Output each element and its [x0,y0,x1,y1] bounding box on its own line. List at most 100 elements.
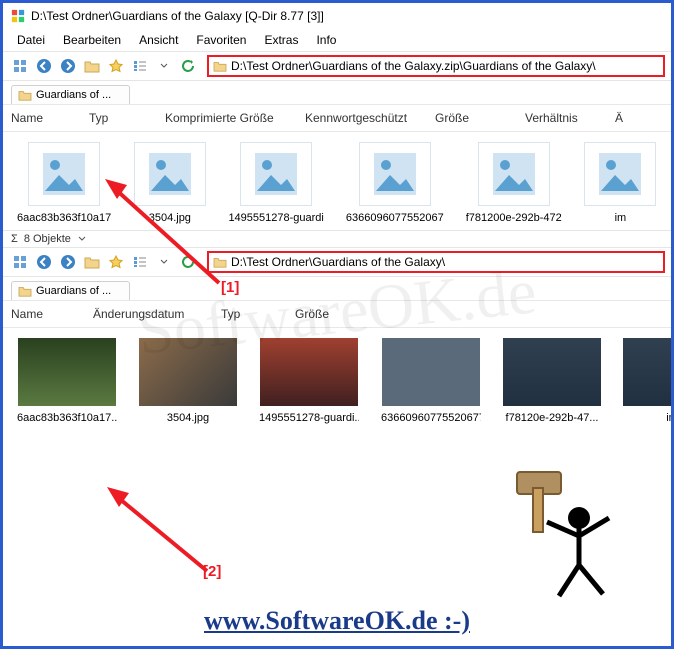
file-name: 6aac83b363f10a17 [17,212,111,224]
col-ratio[interactable]: Verhältnis [525,107,615,129]
image-thumbnail [18,338,116,406]
image-placeholder-icon [28,142,100,206]
file-name: 1495551278-guardi... [259,412,359,424]
refresh-icon[interactable] [177,55,199,77]
file-grid-pane1: 6aac83b363f10a17 3504.jpg 1495551278-gua… [3,132,671,230]
title-bar: D:\Test Ordner\Guardians of the Galaxy [… [3,3,671,29]
image-thumbnail [382,338,480,406]
layout-grid-icon[interactable] [9,251,31,273]
view-icon[interactable] [129,55,151,77]
app-window: D:\Test Ordner\Guardians of the Galaxy [… [3,3,671,430]
col-password[interactable]: Kennwortgeschützt [305,107,435,129]
menu-info[interactable]: Info [308,31,344,49]
toolbar-pane2: D:\Test Ordner\Guardians of the Galaxy\ [3,247,671,277]
nav-back-icon[interactable] [33,55,55,77]
dropdown-icon[interactable] [153,251,175,273]
file-item[interactable]: 6366096077552067 [346,142,444,224]
dropdown-icon[interactable] [153,55,175,77]
col-type[interactable]: Typ [221,303,295,325]
tab-label: Guardians of ... [36,89,111,101]
file-item[interactable]: 6aac83b363f10a17... [17,338,117,424]
file-name: f781200e-292b-472 [466,212,562,224]
folder-icon [18,89,32,101]
tab-label: Guardians of ... [36,285,111,297]
col-name[interactable]: Name [11,303,93,325]
folder-icon [213,256,227,268]
file-item[interactable]: 3504.jpg [139,338,237,424]
app-icon [11,9,25,23]
columns-pane2: Name Änderungsdatum Typ Größe [3,300,671,328]
stick-figure-hammer-icon [497,470,647,600]
image-thumbnail [623,338,671,406]
layout-grid-icon[interactable] [9,55,31,77]
file-name: 6366096077552067 [346,212,444,224]
file-item[interactable]: 63660960775520677... [381,338,481,424]
address-text: D:\Test Ordner\Guardians of the Galaxy.z… [231,59,596,73]
menu-favorites[interactable]: Favoriten [188,31,254,49]
favorites-icon[interactable] [105,55,127,77]
file-item[interactable]: im [584,142,657,224]
file-item[interactable]: 3504.jpg [133,142,206,224]
folder-up-icon[interactable] [81,55,103,77]
image-thumbnail [260,338,358,406]
menu-file[interactable]: Datei [9,31,53,49]
image-placeholder-icon [478,142,550,206]
col-size[interactable]: Größe [295,303,330,325]
menu-extras[interactable]: Extras [256,31,306,49]
menu-bar: Datei Bearbeiten Ansicht Favoriten Extra… [3,29,671,51]
address-bar-pane1[interactable]: D:\Test Ordner\Guardians of the Galaxy.z… [207,55,665,77]
image-thumbnail [139,338,237,406]
footer-link[interactable]: www.SoftwareOK.de :-) [204,606,470,636]
address-text: D:\Test Ordner\Guardians of the Galaxy\ [231,255,445,269]
col-size[interactable]: Größe [435,107,525,129]
menu-view[interactable]: Ansicht [131,31,186,49]
chevron-down-icon[interactable] [77,234,87,244]
toolbar-pane1: D:\Test Ordner\Guardians of the Galaxy.z… [3,51,671,81]
file-name: f78120e-292b-47... [503,412,601,424]
folder-icon [213,60,227,72]
col-date[interactable]: Änderungsdatum [93,303,221,325]
refresh-icon[interactable] [177,251,199,273]
file-name: 63660960775520677... [381,412,481,424]
view-icon[interactable] [129,251,151,273]
file-name: im [623,412,671,424]
image-placeholder-icon [240,142,312,206]
annotation-1: [1] [221,279,239,296]
columns-pane1: Name Typ Komprimierte Größe Kennwortgesc… [3,104,671,132]
sigma-icon: Σ [11,233,18,245]
tab-row-pane1: Guardians of ... [3,81,671,104]
file-item[interactable]: 1495551278-guardi [228,142,323,224]
tab-pane2[interactable]: Guardians of ... [11,281,130,300]
file-name: 3504.jpg [133,212,206,224]
nav-back-icon[interactable] [33,251,55,273]
favorites-icon[interactable] [105,251,127,273]
tab-pane1[interactable]: Guardians of ... [11,85,130,104]
col-type[interactable]: Typ [89,107,165,129]
file-item[interactable]: f78120e-292b-47... [503,338,601,424]
file-name: im [584,212,657,224]
folder-up-icon[interactable] [81,251,103,273]
col-name[interactable]: Name [11,107,89,129]
file-name: 6aac83b363f10a17... [17,412,117,424]
file-item[interactable]: 6aac83b363f10a17 [17,142,111,224]
file-item[interactable]: 1495551278-guardi... [259,338,359,424]
file-item[interactable]: f781200e-292b-472 [466,142,562,224]
image-thumbnail [503,338,601,406]
tab-row-pane2: Guardians of ... [3,277,671,300]
file-name: 3504.jpg [139,412,237,424]
image-placeholder-icon [584,142,656,206]
annotation-2: [2] [203,563,221,580]
address-bar-pane2[interactable]: D:\Test Ordner\Guardians of the Galaxy\ [207,251,665,273]
file-name: 1495551278-guardi [228,212,323,224]
file-item[interactable]: im [623,338,671,424]
menu-edit[interactable]: Bearbeiten [55,31,129,49]
status-text: 8 Objekte [24,233,71,245]
folder-icon [18,285,32,297]
col-extra[interactable]: Ä [615,107,624,129]
nav-forward-icon[interactable] [57,251,79,273]
window-title: D:\Test Ordner\Guardians of the Galaxy [… [31,9,324,23]
nav-forward-icon[interactable] [57,55,79,77]
status-bar-pane1: Σ 8 Objekte [3,230,671,247]
col-compressed[interactable]: Komprimierte Größe [165,107,305,129]
image-placeholder-icon [134,142,206,206]
